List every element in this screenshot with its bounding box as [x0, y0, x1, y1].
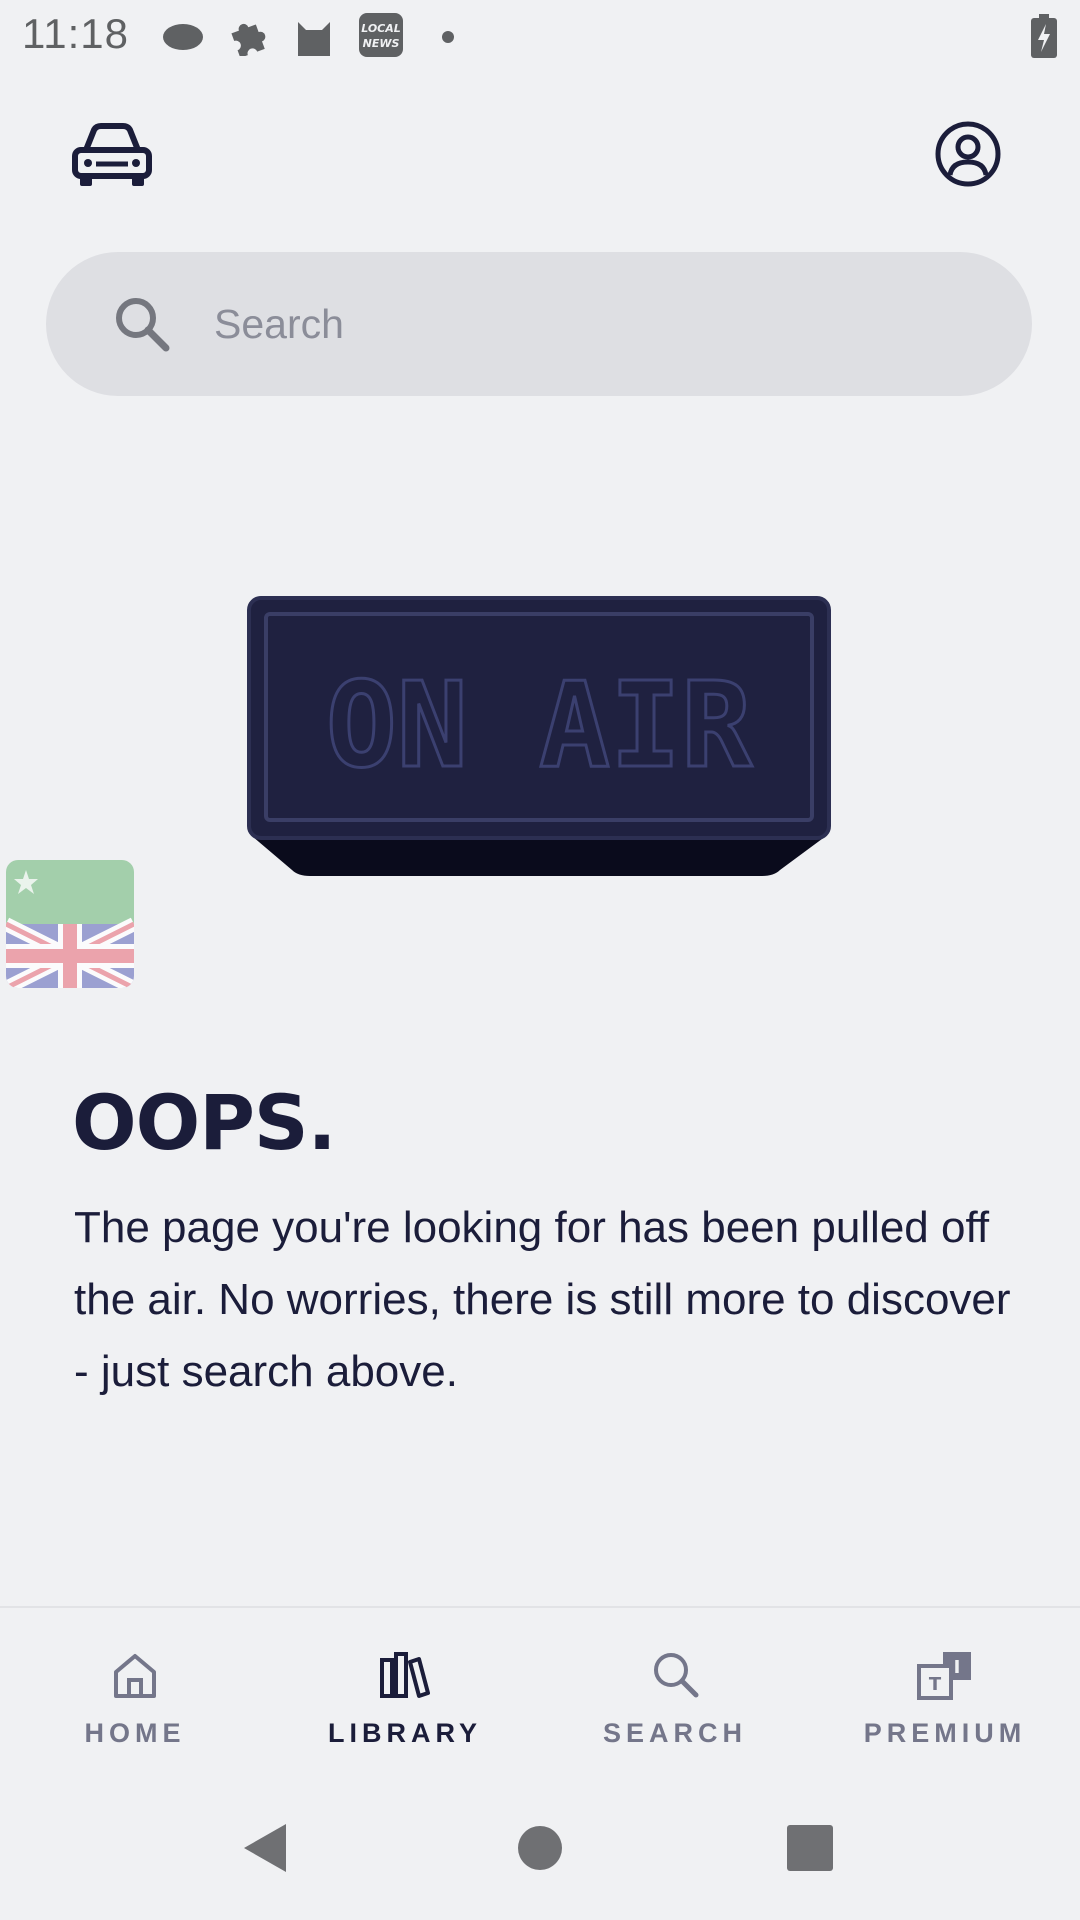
system-navigation-bar — [0, 1780, 1080, 1920]
cloud-icon — [162, 20, 204, 57]
puzzle-icon — [228, 18, 268, 61]
car-mode-button[interactable] — [70, 120, 154, 190]
language-flag-badge[interactable] — [6, 860, 134, 988]
home-icon — [114, 1654, 156, 1698]
status-bar: 11:18 LOCAL NEWS — [0, 0, 1080, 74]
search-icon — [116, 298, 170, 352]
account-button[interactable] — [934, 120, 1002, 188]
app-screen: 11:18 LOCAL NEWS Search ON AIR OOPS. The… — [0, 0, 1080, 1920]
search-input[interactable] — [214, 290, 974, 358]
battery-charging-icon — [1030, 14, 1058, 63]
search-nav-icon — [654, 1653, 699, 1698]
nav-item-search[interactable]: SEARCH — [540, 1648, 810, 1768]
nav-label-search: SEARCH — [602, 1718, 747, 1748]
cat-icon — [294, 14, 334, 61]
search-bar[interactable] — [46, 252, 1032, 396]
nav-item-premium[interactable]: I T PREMIUM — [810, 1648, 1080, 1768]
svg-text:I: I — [954, 1657, 961, 1678]
bottom-navigation: HOME LIBRARY SEARCH I T PREMIUM — [0, 1606, 1080, 1782]
on-air-sign-text: ON AIR — [326, 656, 753, 794]
nav-label-library: LIBRARY — [328, 1718, 482, 1748]
local-news-line1: LOCAL — [361, 22, 401, 35]
library-icon — [380, 1652, 430, 1698]
dot-icon — [441, 30, 455, 49]
nav-label-home: HOME — [84, 1718, 186, 1748]
error-title: OOPS. — [72, 1078, 337, 1167]
account-icon — [935, 121, 1001, 187]
nav-label-premium: PREMIUM — [863, 1718, 1027, 1748]
recents-button[interactable] — [786, 1824, 834, 1872]
home-button[interactable] — [516, 1824, 564, 1872]
flag-icon — [6, 860, 134, 988]
premium-icon: I T — [917, 1652, 971, 1700]
nav-item-library[interactable]: LIBRARY — [270, 1648, 540, 1768]
back-button[interactable] — [240, 1822, 290, 1874]
car-icon — [72, 123, 152, 186]
on-air-illustration: ON AIR — [246, 596, 832, 880]
status-time: 11:18 — [22, 10, 129, 57]
local-news-line2: NEWS — [363, 37, 400, 50]
local-news-icon: LOCAL NEWS — [358, 12, 404, 63]
error-message: The page you're looking for has been pul… — [74, 1203, 1011, 1396]
nav-item-home[interactable]: HOME — [0, 1648, 270, 1768]
svg-text:T: T — [929, 1674, 942, 1695]
